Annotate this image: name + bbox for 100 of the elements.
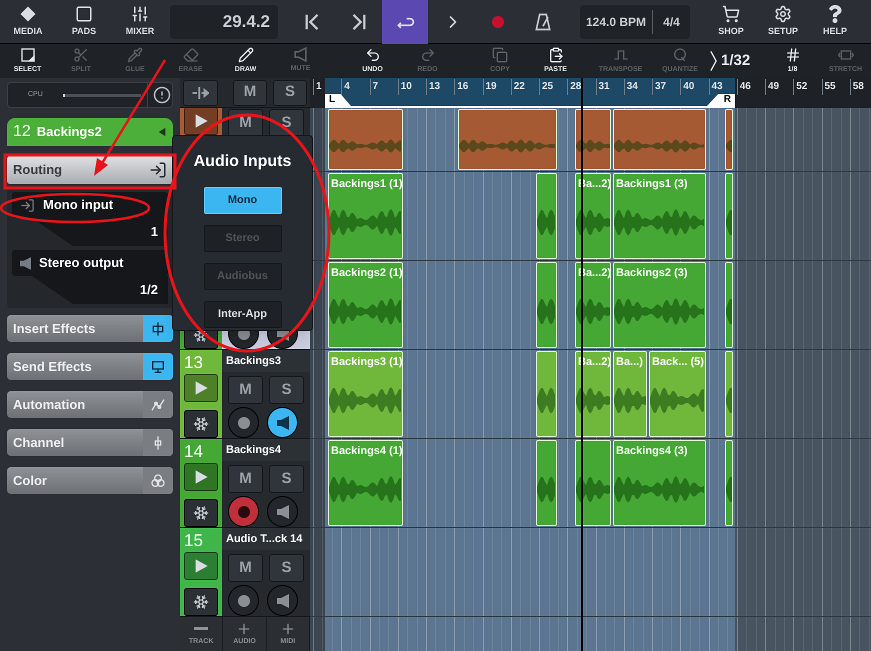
- square-icon: [75, 4, 93, 23]
- audio-clip[interactable]: [575, 440, 611, 526]
- audio-clip[interactable]: [725, 109, 733, 170]
- speaker-icon: [20, 256, 31, 270]
- mute-all-button[interactable]: M: [232, 80, 267, 106]
- section-button[interactable]: Channel: [7, 429, 173, 456]
- section-button[interactable]: Automation: [7, 391, 173, 418]
- track-s-button[interactable]: S: [269, 465, 304, 493]
- track-number: 15: [184, 532, 203, 548]
- track-s-button[interactable]: S: [269, 554, 304, 582]
- instrument-button[interactable]: [184, 410, 218, 438]
- track-options-button[interactable]: [183, 80, 218, 106]
- top-bar-button[interactable]: MEDIA: [0, 0, 56, 44]
- bar-number: 49: [765, 79, 780, 95]
- monitor-button[interactable]: [267, 585, 298, 616]
- audio-clip[interactable]: [458, 109, 557, 170]
- top-bar-button[interactable]: SETUP: [757, 0, 809, 44]
- section-button[interactable]: Color: [7, 467, 173, 494]
- input-option-button[interactable]: Mono: [204, 187, 282, 214]
- diamond-icon: [19, 4, 37, 23]
- audio-clip[interactable]: Backings4 (3): [613, 440, 706, 526]
- routing-button[interactable]: Routing: [7, 156, 173, 184]
- cart-icon: [722, 4, 740, 23]
- play-icon: [193, 558, 209, 574]
- monitor-button[interactable]: [267, 496, 298, 527]
- audio-clip[interactable]: Backings1 (1): [328, 173, 403, 259]
- record-arm-button[interactable]: [228, 407, 259, 438]
- speaker-icon: [276, 416, 288, 430]
- play-icon: [193, 113, 209, 129]
- pipette-icon: [127, 46, 143, 63]
- audio-clip[interactable]: [328, 109, 403, 170]
- audio-clip[interactable]: [725, 440, 733, 526]
- audio-clip[interactable]: Ba...): [613, 351, 647, 437]
- snap-button[interactable]: 1/32: [710, 44, 765, 78]
- track-header-panel[interactable]: Backings3 M S: [222, 350, 310, 438]
- solo-all-button[interactable]: S: [273, 80, 308, 106]
- bar-number: 13: [426, 79, 440, 95]
- sliders-icon: [131, 4, 149, 23]
- play-button[interactable]: [184, 374, 218, 402]
- clip-label: Back... (5): [651, 355, 705, 370]
- metronome-icon: [532, 12, 552, 32]
- clip-label: Backings2 (3): [615, 266, 689, 281]
- warning-icon[interactable]: [152, 86, 171, 104]
- audio-clip[interactable]: [613, 109, 706, 170]
- track-header-panel[interactable]: Audio T...ck 14 M S: [222, 528, 310, 616]
- audio-clip[interactable]: [575, 109, 611, 170]
- audio-clip[interactable]: [725, 262, 733, 348]
- audio-clip[interactable]: Back... (5): [649, 351, 706, 437]
- top-bar-button[interactable]: PADS: [56, 0, 112, 44]
- audio-clip[interactable]: Backings4 (1): [328, 440, 403, 526]
- track-name: Audio T...ck 14: [226, 532, 302, 547]
- redo-icon: [420, 46, 436, 63]
- audio-clip[interactable]: [536, 351, 557, 437]
- top-bar-button[interactable]: HELP: [809, 0, 861, 44]
- audio-clip[interactable]: Backings3 (1): [328, 351, 403, 437]
- top-bar-button[interactable]: SHOP: [705, 0, 757, 44]
- audio-clip[interactable]: [536, 440, 557, 526]
- bar-number: 1: [313, 79, 322, 95]
- bar-number: 7: [370, 79, 378, 95]
- track-header-panel[interactable]: Backings4 M S: [222, 439, 310, 527]
- output-selector[interactable]: Stereo output: [12, 250, 168, 276]
- monitor-button[interactable]: [267, 407, 298, 438]
- audio-clip[interactable]: Backings2 (3): [613, 262, 706, 348]
- clip-label: Backings4 (3): [615, 444, 689, 459]
- track-m-button[interactable]: M: [228, 376, 263, 404]
- play-icon: [193, 469, 209, 485]
- audio-clip[interactable]: Backings1 (3): [613, 173, 706, 259]
- tempo-display[interactable]: 124.0 BPM 4/4: [580, 4, 690, 38]
- clip-label: Backings4 (1): [330, 444, 402, 459]
- instrument-button[interactable]: [184, 588, 218, 616]
- track-m-button[interactable]: M: [228, 465, 263, 493]
- plus-icon: [280, 620, 296, 637]
- track-name: Backings3: [226, 354, 282, 369]
- bar-number: 37: [652, 79, 666, 95]
- audio-clip[interactable]: [536, 173, 557, 259]
- loop-button[interactable]: [382, 0, 428, 44]
- instrument-button[interactable]: [184, 499, 218, 527]
- top-bar-button[interactable]: MIXER: [112, 0, 168, 44]
- audio-clip[interactable]: [536, 262, 557, 348]
- track-m-button[interactable]: M: [228, 554, 263, 582]
- channel-field[interactable]: 1: [32, 218, 168, 246]
- pencil-icon: [238, 46, 254, 63]
- paste-icon: [548, 46, 564, 63]
- input-option-button[interactable]: Inter-App: [204, 301, 282, 328]
- bar-number: 31: [596, 79, 610, 95]
- audio-clip[interactable]: Backings2 (1): [328, 262, 403, 348]
- audio-clip[interactable]: [725, 351, 733, 437]
- section-button[interactable]: Insert Effects: [7, 315, 173, 342]
- play-button[interactable]: [184, 463, 218, 491]
- snowflake-icon: [193, 594, 209, 610]
- audio-clip[interactable]: [725, 173, 733, 259]
- section-button[interactable]: Send Effects: [7, 353, 173, 380]
- play-button[interactable]: [184, 108, 218, 135]
- play-button[interactable]: [184, 552, 218, 580]
- insert-icon: [150, 320, 166, 336]
- timeline-ruler[interactable]: 1 4 7 10 13 16 19 22 25 28 31 34 37 40 43 46 49 52 55 58 L R: [310, 78, 871, 108]
- channel-field[interactable]: 1/2: [32, 276, 168, 304]
- track-s-button[interactable]: S: [269, 376, 304, 404]
- clip-label: Ba...): [615, 355, 644, 370]
- record-arm-button[interactable]: [228, 585, 259, 616]
